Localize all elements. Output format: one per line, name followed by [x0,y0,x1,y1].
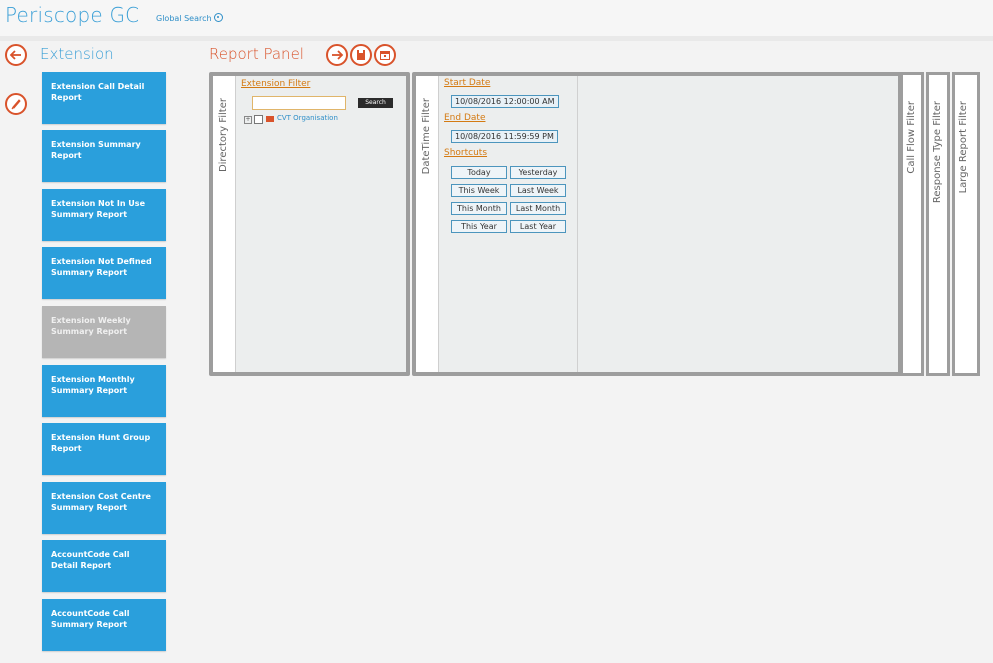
shortcut-last-year-button[interactable]: Last Year [510,220,566,233]
tab-datetime-filter[interactable]: DateTime Filter [416,76,439,372]
tab-datetime-filter-label[interactable]: DateTime Filter [421,98,432,174]
top-bar: Periscope GC Global Search [0,0,993,36]
back-button[interactable] [5,44,27,66]
sidebar-item-extension-monthly-summary-report[interactable]: Extension Monthly Summary Report [42,365,166,417]
tab-call-flow-filter-label[interactable]: Call Flow Filter [906,101,917,174]
tab-directory-filter-label[interactable]: Directory Filter [218,98,229,172]
shortcuts-label: Shortcuts [444,148,488,158]
shortcut-this-month-button[interactable]: This Month [451,202,507,215]
save-icon [357,50,365,60]
start-date-field[interactable]: 10/08/2016 12:00:00 AM [451,95,559,108]
pencil-icon [11,99,21,110]
arrow-left-icon [9,50,21,60]
tree-node-cvt-organisation[interactable]: CVT Organisation [277,114,338,122]
shortcut-yesterday-button[interactable]: Yesterday [510,166,566,179]
run-report-button[interactable] [326,44,348,66]
datetime-filter-panel: DateTime Filter Start Date 10/08/2016 12… [412,72,902,376]
extension-search-input[interactable] [252,96,346,110]
shortcut-this-week-button[interactable]: This Week [451,184,507,197]
sidebar-item-extension-not-defined-summary-report[interactable]: Extension Not Defined Summary Report [42,247,166,299]
sidebar-item-extension-cost-centre-summary-report[interactable]: Extension Cost Centre Summary Report [42,482,166,534]
directory-filter-panel: Directory Filter Extension Filter Search… [209,72,410,376]
search-button[interactable]: Search [358,98,393,108]
end-date-label: End Date [444,113,486,123]
schedule-button[interactable] [374,44,396,66]
tab-large-report-filter[interactable]: Large Report Filter [952,72,980,376]
sidebar-item-accountcode-call-summary-report[interactable]: AccountCode Call Summary Report [42,599,166,651]
directory-filter-content: Extension Filter Search + CVT Organisati… [236,76,406,372]
global-search-label[interactable]: Global Search [156,14,212,23]
shortcut-last-month-button[interactable]: Last Month [510,202,566,215]
start-date-label: Start Date [444,78,491,88]
shortcut-last-week-button[interactable]: Last Week [510,184,566,197]
tree-checkbox[interactable] [254,115,263,124]
end-date-field[interactable]: 10/08/2016 11:59:59 PM [451,130,558,143]
datetime-empty-area [578,76,898,372]
report-panel-title: Report Panel [209,45,304,63]
app-title: Periscope GC [5,3,140,27]
extension-filter-label: Extension Filter [241,79,311,89]
shortcut-this-year-button[interactable]: This Year [451,220,507,233]
shortcut-today-button[interactable]: Today [451,166,507,179]
header-divider [0,36,993,41]
sidebar-item-accountcode-call-detail-report[interactable]: AccountCode Call Detail Report [42,540,166,592]
edit-button[interactable] [5,93,27,115]
tab-response-type-filter-label[interactable]: Response Type Filter [932,101,943,203]
sidebar-item-extension-weekly-summary-report: Extension Weekly Summary Report [42,306,166,358]
tab-directory-filter[interactable]: Directory Filter [213,76,236,372]
datetime-filter-content: Start Date 10/08/2016 12:00:00 AM End Da… [439,76,577,372]
sidebar-item-extension-summary-report[interactable]: Extension Summary Report [42,130,166,182]
tab-large-report-filter-label[interactable]: Large Report Filter [958,101,969,193]
arrow-right-icon [332,50,344,60]
sidebar-item-extension-call-detail-report[interactable]: Extension Call Detail Report [42,72,166,124]
sidebar-item-extension-hunt-group-report[interactable]: Extension Hunt Group Report [42,423,166,475]
tab-response-type-filter[interactable]: Response Type Filter [926,72,950,376]
organisation-icon [266,116,274,122]
save-button[interactable] [350,44,372,66]
tab-call-flow-filter[interactable]: Call Flow Filter [900,72,924,376]
sidebar-title: Extension [40,45,114,63]
search-icon[interactable] [213,13,223,22]
sidebar-item-extension-not-in-use-summary-report[interactable]: Extension Not In Use Summary Report [42,189,166,241]
global-search-link[interactable]: Global Search [156,13,223,23]
calendar-icon [380,51,390,60]
tree-expand-icon[interactable]: + [244,116,252,124]
